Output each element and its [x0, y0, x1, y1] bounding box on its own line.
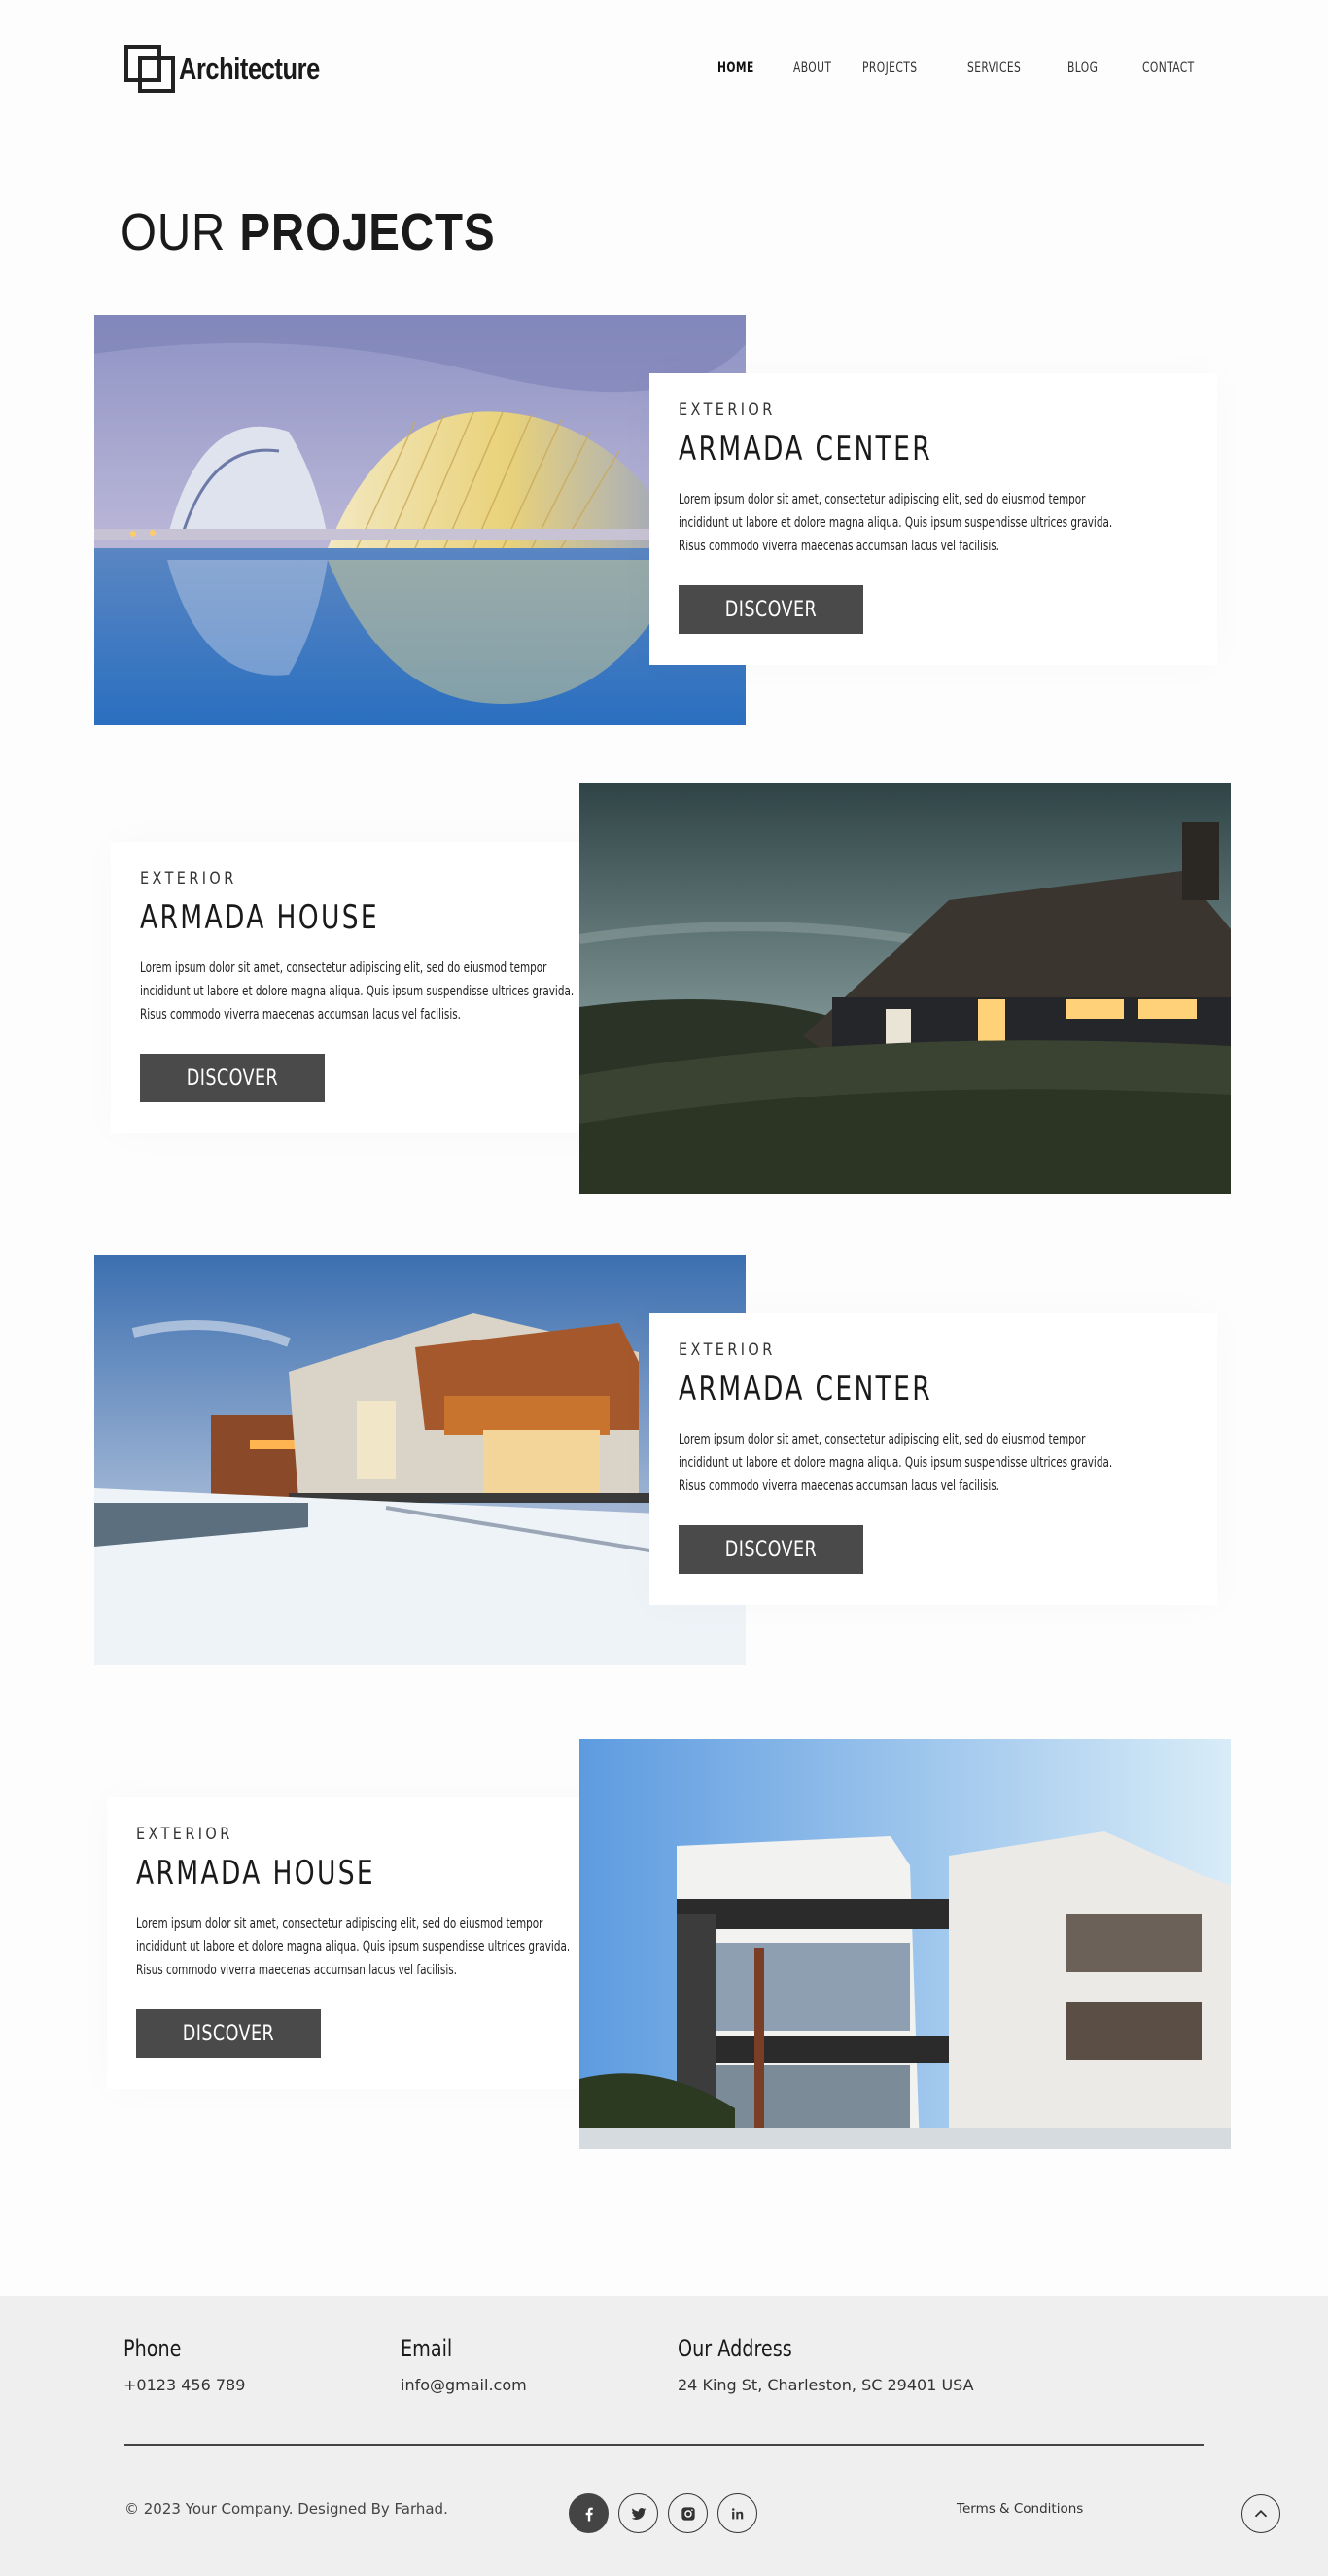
project-card: EXTERIOR ARMADA CENTER Lorem ipsum dolor…	[649, 373, 1217, 665]
footer-phone-label: Phone	[123, 2335, 182, 2362]
footer-divider	[124, 2444, 1204, 2446]
project-row: EXTERIOR ARMADA CENTER Lorem ipsum dolor…	[0, 315, 1328, 782]
discover-button[interactable]: DISCOVER	[136, 2009, 321, 2058]
scroll-to-top-button[interactable]	[1241, 2494, 1280, 2533]
footer-email-label: Email	[401, 2335, 453, 2362]
project-description: Lorem ipsum dolor sit amet, consectetur …	[679, 492, 1113, 554]
project-row: EXTERIOR ARMADA HOUSE Lorem ipsum dolor …	[0, 1739, 1328, 2206]
project-image[interactable]	[94, 1255, 746, 1665]
page-title-light: OUR	[121, 203, 227, 261]
project-title: ARMADA CENTER	[679, 430, 933, 469]
nav-blog[interactable]: BLOG	[1067, 60, 1098, 76]
site-header: Architecture HOME ABOUT PROJECTS SERVICE…	[0, 0, 1328, 136]
main-nav: HOME ABOUT PROJECTS SERVICES BLOG CONTAC…	[0, 60, 1328, 80]
nav-projects[interactable]: PROJECTS	[862, 60, 917, 76]
footer-address-label: Our Address	[678, 2335, 792, 2362]
arts-center-photo	[94, 315, 746, 725]
project-card: EXTERIOR ARMADA CENTER Lorem ipsum dolor…	[649, 1313, 1217, 1605]
terms-link[interactable]: Terms & Conditions	[957, 2501, 1083, 2517]
project-description: Lorem ipsum dolor sit amet, consectetur …	[136, 1916, 571, 1978]
project-title: ARMADA HOUSE	[136, 1854, 376, 1893]
page-title-bold: PROJECTS	[239, 203, 496, 261]
project-image[interactable]	[94, 315, 746, 725]
discover-button-label: DISCOVER	[186, 1065, 279, 1091]
nav-about[interactable]: ABOUT	[793, 60, 831, 76]
footer-address-value: 24 King St, Charleston, SC 29401 USA	[678, 2376, 974, 2394]
footer-email: Email info@gmail.com	[401, 2335, 527, 2394]
cottage-photo	[579, 783, 1231, 1194]
project-image[interactable]	[579, 783, 1231, 1194]
footer-phone-value[interactable]: +0123 456 789	[123, 2376, 245, 2394]
project-description: Lorem ipsum dolor sit amet, consectetur …	[679, 1432, 1113, 1494]
social-links	[569, 2493, 757, 2533]
discover-button-label: DISCOVER	[724, 597, 818, 622]
project-title: ARMADA HOUSE	[140, 898, 380, 937]
nav-services[interactable]: SERVICES	[967, 60, 1021, 76]
chevron-up-icon	[1254, 2509, 1268, 2518]
instagram-icon[interactable]	[668, 2493, 708, 2533]
project-category: EXTERIOR	[140, 869, 237, 888]
discover-button[interactable]: DISCOVER	[679, 585, 863, 634]
discover-button[interactable]: DISCOVER	[140, 1054, 325, 1102]
project-category: EXTERIOR	[136, 1825, 233, 1844]
discover-button-label: DISCOVER	[724, 1537, 818, 1562]
site-footer: Phone +0123 456 789 Email info@gmail.com…	[0, 2296, 1328, 2576]
twitter-icon[interactable]	[618, 2493, 658, 2533]
footer-address: Our Address 24 King St, Charleston, SC 2…	[678, 2335, 974, 2394]
project-image[interactable]	[579, 1739, 1231, 2149]
apartments-photo	[579, 1739, 1231, 2149]
nav-contact[interactable]: CONTACT	[1142, 60, 1195, 76]
footer-phone: Phone +0123 456 789	[123, 2335, 245, 2394]
project-category: EXTERIOR	[679, 400, 776, 420]
facebook-icon[interactable]	[569, 2493, 609, 2533]
project-row: EXTERIOR ARMADA CENTER Lorem ipsum dolor…	[0, 1255, 1328, 1722]
copyright: © 2023 Your Company. Designed By Farhad.	[124, 2500, 448, 2518]
snow-house-photo	[94, 1255, 746, 1665]
project-row: EXTERIOR ARMADA HOUSE Lorem ipsum dolor …	[0, 783, 1328, 1250]
project-category: EXTERIOR	[679, 1340, 776, 1360]
project-title: ARMADA CENTER	[679, 1370, 933, 1409]
nav-home[interactable]: HOME	[717, 60, 754, 76]
page-title: OUR PROJECTS	[121, 202, 496, 262]
discover-button-label: DISCOVER	[182, 2021, 275, 2046]
footer-email-value[interactable]: info@gmail.com	[401, 2376, 527, 2394]
discover-button[interactable]: DISCOVER	[679, 1525, 863, 1574]
linkedin-icon[interactable]	[717, 2493, 757, 2533]
project-description: Lorem ipsum dolor sit amet, consectetur …	[140, 960, 575, 1023]
